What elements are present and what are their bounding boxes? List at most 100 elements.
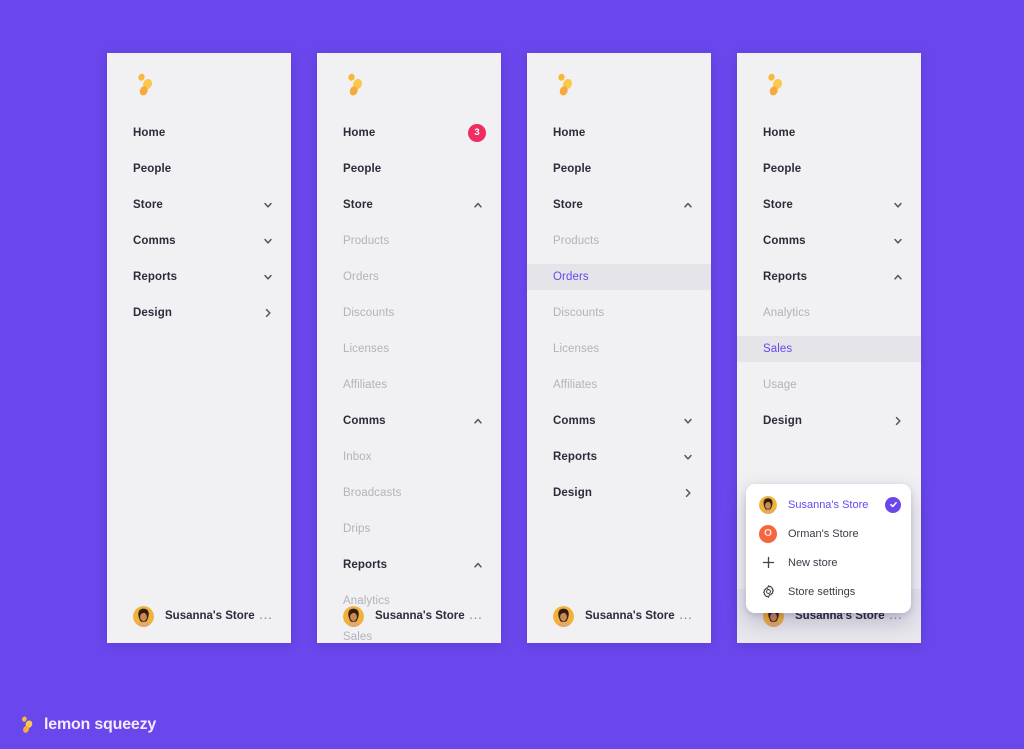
more-options-icon[interactable]: … bbox=[679, 607, 695, 625]
nav-item-store[interactable]: Store bbox=[527, 192, 711, 218]
lemon-icon[interactable] bbox=[763, 72, 787, 98]
nav-item-discounts[interactable]: Discounts bbox=[527, 300, 711, 326]
nav-item-usage[interactable]: Usage bbox=[737, 372, 921, 398]
chevron-up-icon[interactable] bbox=[892, 271, 904, 283]
nav-item-analytics[interactable]: Analytics bbox=[737, 300, 921, 326]
nav-item-label: Licenses bbox=[553, 343, 600, 355]
chevron-right-icon[interactable] bbox=[892, 415, 904, 427]
nav-item-licenses[interactable]: Licenses bbox=[317, 336, 501, 362]
nav-item-products[interactable]: Products bbox=[317, 228, 501, 254]
nav-item-inbox[interactable]: Inbox bbox=[317, 444, 501, 470]
nav-item-reports[interactable]: Reports bbox=[107, 264, 291, 290]
nav-item-label: Home bbox=[343, 127, 376, 139]
nav-item-sales[interactable]: Sales bbox=[737, 336, 921, 362]
lemon-icon[interactable] bbox=[343, 72, 367, 98]
nav-item-label: Orders bbox=[553, 271, 589, 283]
nav-item-reports[interactable]: Reports bbox=[737, 264, 921, 290]
lemon-icon[interactable] bbox=[133, 72, 157, 98]
chevron-down-icon[interactable] bbox=[262, 199, 274, 211]
chevron-up-icon[interactable] bbox=[472, 559, 484, 571]
nav-item-label: Home bbox=[553, 127, 586, 139]
nav-item-design[interactable]: Design bbox=[527, 480, 711, 506]
nav-item-comms[interactable]: Comms bbox=[107, 228, 291, 254]
lemon-icon[interactable] bbox=[553, 72, 577, 98]
chevron-up-icon[interactable] bbox=[472, 199, 484, 211]
nav-item-home[interactable]: Home bbox=[737, 120, 921, 146]
nav-item-comms[interactable]: Comms bbox=[737, 228, 921, 254]
nav-item-label: Store bbox=[343, 199, 373, 211]
chevron-right-icon[interactable] bbox=[682, 487, 694, 499]
nav-item-home[interactable]: Home bbox=[527, 120, 711, 146]
nav-item-products[interactable]: Products bbox=[527, 228, 711, 254]
nav-item-label: Orders bbox=[343, 271, 379, 283]
nav-item-label: Affiliates bbox=[553, 379, 598, 391]
nav-item-people[interactable]: People bbox=[527, 156, 711, 182]
nav-item-label: Design bbox=[763, 415, 802, 427]
nav-item-comms[interactable]: Comms bbox=[317, 408, 501, 434]
chevron-down-icon[interactable] bbox=[262, 271, 274, 283]
nav-item-orders[interactable]: Orders bbox=[317, 264, 501, 290]
nav-item-home[interactable]: Home 3 bbox=[317, 120, 501, 146]
chevron-down-icon[interactable] bbox=[262, 235, 274, 247]
store-switcher-item-store-settings[interactable]: Store settings bbox=[746, 581, 911, 602]
nav-item-people[interactable]: People bbox=[737, 156, 921, 182]
check-icon bbox=[885, 496, 901, 513]
nav-item-people[interactable]: People bbox=[317, 156, 501, 182]
nav-item-label: Affiliates bbox=[343, 379, 388, 391]
nav-item-label: Design bbox=[133, 307, 172, 319]
chevron-down-icon[interactable] bbox=[892, 235, 904, 247]
nav-item-people[interactable]: People bbox=[107, 156, 291, 182]
nav-item-affiliates[interactable]: Affiliates bbox=[527, 372, 711, 398]
nav-item-store[interactable]: Store bbox=[107, 192, 291, 218]
nav-item-label: Reports bbox=[553, 451, 598, 463]
chevron-up-icon[interactable] bbox=[472, 415, 484, 427]
nav-item-discounts[interactable]: Discounts bbox=[317, 300, 501, 326]
nav-item-store[interactable]: Store bbox=[317, 192, 501, 218]
nav-item-orders[interactable]: Orders bbox=[527, 264, 711, 290]
store-switcher-item-new-store[interactable]: New store bbox=[746, 552, 911, 573]
nav-item-licenses[interactable]: Licenses bbox=[527, 336, 711, 362]
store-footer[interactable]: Susanna's Store… bbox=[527, 589, 711, 643]
chevron-down-icon[interactable] bbox=[682, 451, 694, 463]
store-switcher-item-orman-s-store[interactable]: O Orman's Store bbox=[746, 523, 911, 544]
chevron-down-icon[interactable] bbox=[892, 199, 904, 211]
nav-item-label: Comms bbox=[763, 235, 806, 247]
chevron-right-icon[interactable] bbox=[262, 307, 274, 319]
nav-item-label: Design bbox=[553, 487, 592, 499]
nav-item-label: Discounts bbox=[553, 307, 605, 319]
nav-item-design[interactable]: Design bbox=[107, 300, 291, 326]
store-switcher-popup[interactable]: Susanna's Store O Orman's Store New store St… bbox=[746, 484, 911, 613]
nav-item-affiliates[interactable]: Affiliates bbox=[317, 372, 501, 398]
lemon-icon bbox=[18, 715, 36, 735]
nav-list: Home People Store Comms Reports Design bbox=[107, 120, 291, 326]
nav-list: Home People Store Comms Reports Analytics Sale… bbox=[737, 120, 921, 434]
more-options-icon[interactable]: … bbox=[469, 607, 485, 625]
nav-item-drips[interactable]: Drips bbox=[317, 516, 501, 542]
nav-item-comms[interactable]: Comms bbox=[527, 408, 711, 434]
nav-item-reports[interactable]: Reports bbox=[317, 552, 501, 578]
nav-item-label: Home bbox=[133, 127, 166, 139]
nav-item-home[interactable]: Home bbox=[107, 120, 291, 146]
nav-item-reports[interactable]: Reports bbox=[527, 444, 711, 470]
store-footer[interactable]: Susanna's Store… bbox=[107, 589, 291, 643]
chevron-down-icon[interactable] bbox=[682, 415, 694, 427]
nav-item-design[interactable]: Design bbox=[737, 408, 921, 434]
chevron-up-icon[interactable] bbox=[682, 199, 694, 211]
store-footer[interactable]: Susanna's Store… bbox=[317, 589, 501, 643]
store-switcher-item-susanna-s-store[interactable]: Susanna's Store bbox=[746, 494, 911, 515]
nav-item-store[interactable]: Store bbox=[737, 192, 921, 218]
more-options-icon[interactable]: … bbox=[259, 607, 275, 625]
nav-item-broadcasts[interactable]: Broadcasts bbox=[317, 480, 501, 506]
